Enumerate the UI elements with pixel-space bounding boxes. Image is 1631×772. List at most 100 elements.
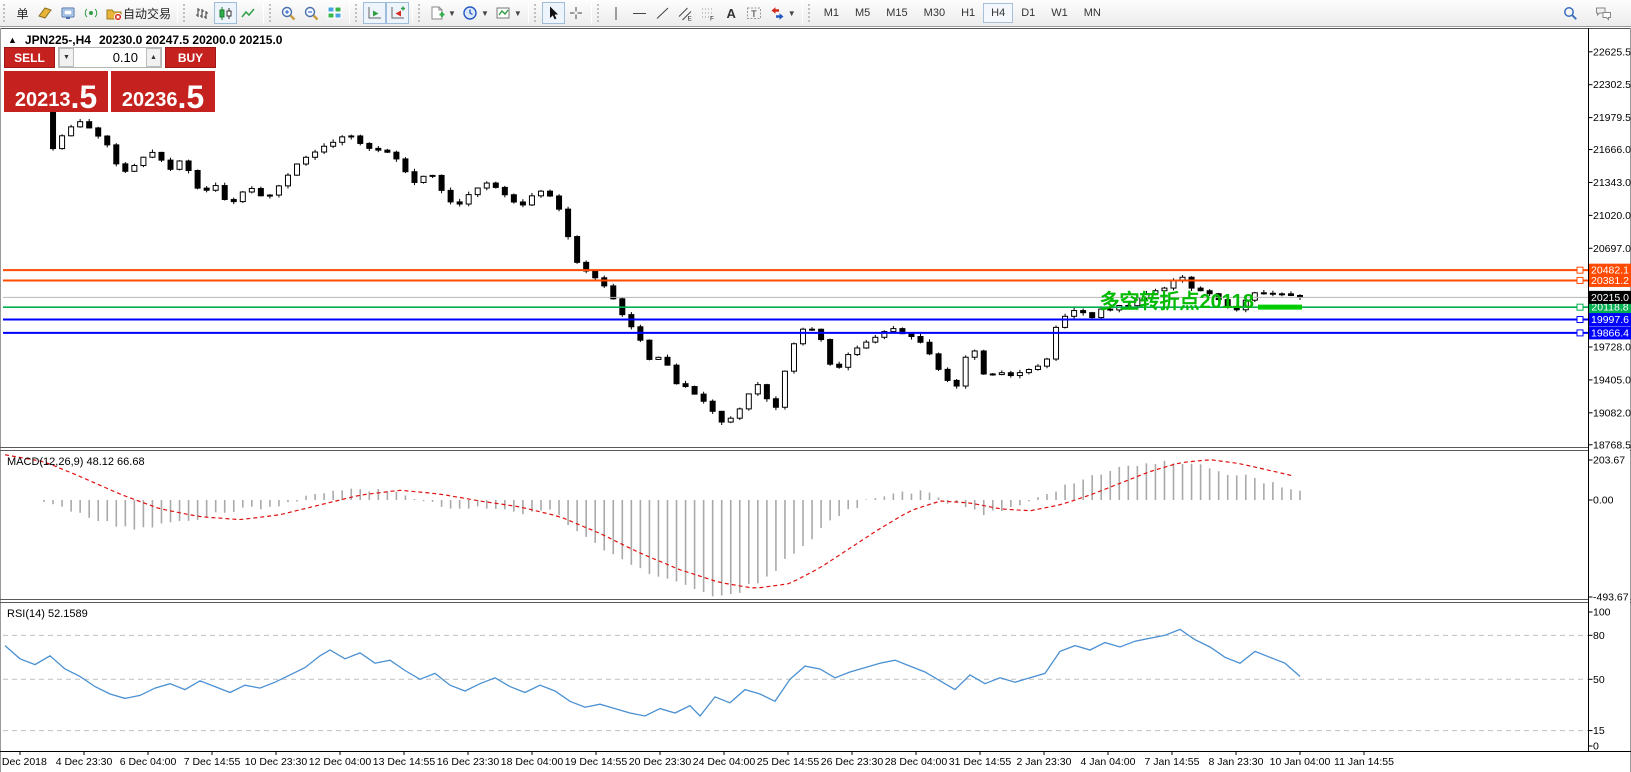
tf-h4[interactable]: H4 — [983, 3, 1014, 23]
caret-down-icon[interactable]: ▼ — [514, 9, 522, 18]
svg-text:18 Dec 04:00: 18 Dec 04:00 — [501, 756, 564, 768]
auto-scroll-icon — [368, 6, 382, 18]
tf-m5[interactable]: M5 — [847, 3, 878, 23]
tf-d1[interactable]: D1 — [1013, 3, 1043, 23]
tf-m1[interactable]: M1 — [816, 3, 847, 23]
search-button[interactable] — [1559, 2, 1582, 24]
svg-text:11 Jan 14:55: 11 Jan 14:55 — [1334, 756, 1394, 768]
chat-button[interactable] — [1592, 2, 1615, 24]
tile-windows-button[interactable] — [323, 2, 346, 24]
periods-button[interactable]: ▼ — [459, 2, 492, 24]
horizontal-line-icon — [632, 12, 646, 14]
svg-text:7 Dec 14:55: 7 Dec 14:55 — [184, 756, 241, 768]
bar-chart-button[interactable] — [191, 2, 214, 24]
sell-price-fraction: .5 — [70, 78, 98, 115]
svg-text:F: F — [710, 15, 714, 22]
toolbar-grip[interactable] — [807, 4, 812, 22]
market-watch-button[interactable] — [34, 2, 57, 24]
tf-h1-label: H1 — [961, 7, 976, 19]
tf-m30[interactable]: M30 — [916, 3, 953, 23]
svg-text:19997.6: 19997.6 — [1591, 314, 1629, 326]
tile-windows-icon — [327, 6, 342, 18]
volume-value[interactable]: 0.10 — [74, 48, 146, 67]
caret-down-icon[interactable]: ▼ — [481, 9, 489, 18]
hline-handle[interactable] — [1576, 303, 1584, 311]
volume-increase-button[interactable]: ▲ — [146, 48, 161, 67]
navigator-button[interactable] — [57, 2, 80, 24]
candlestick-icon — [219, 6, 232, 20]
sell-price-value: 20213 — [14, 89, 71, 111]
toolbar-grip[interactable] — [269, 4, 273, 22]
caret-up-icon: ▲ — [150, 54, 157, 61]
toolbar-separator — [590, 3, 592, 23]
rsi-label: RSI(14) 52.1589 — [7, 608, 88, 620]
toolbar-grip[interactable] — [183, 4, 187, 22]
text-button[interactable]: A — [720, 2, 743, 24]
toolbar-grip[interactable] — [533, 4, 538, 22]
horizontal-line-button[interactable] — [628, 2, 651, 24]
toolbar-grip[interactable] — [596, 4, 601, 22]
svg-text:21343.0: 21343.0 — [1593, 177, 1631, 189]
zoom-out-button[interactable] — [300, 2, 323, 24]
toolbar-separator — [412, 3, 414, 23]
svg-text:6 Dec 04:00: 6 Dec 04:00 — [120, 756, 177, 768]
hline-handle[interactable] — [1576, 266, 1584, 274]
price-badge-19866.4: 19866.4 — [1589, 326, 1631, 340]
trendline-button[interactable] — [651, 2, 674, 24]
chart-shift-button[interactable] — [386, 2, 410, 24]
toolbar-grip[interactable] — [3, 4, 7, 22]
market-watch-icon — [38, 6, 52, 19]
arrows-button[interactable]: ▼ — [766, 2, 799, 24]
vertical-line-button[interactable] — [605, 2, 628, 24]
buy-button[interactable]: BUY — [165, 47, 216, 68]
cursor-button[interactable] — [541, 2, 565, 24]
candlestick-button[interactable] — [214, 2, 238, 24]
price-axis[interactable]: 22625.5 22302.5 21979.5 21666.0 21343.0 21020… — [1588, 28, 1631, 753]
svg-text:20215.0: 20215.0 — [1591, 292, 1629, 304]
new-order-button[interactable]: ▼ — [426, 2, 459, 24]
hline-handle[interactable] — [1576, 316, 1584, 324]
buy-price-panel[interactable]: 20236 .5 — [111, 71, 215, 113]
volume-decrease-button[interactable]: ▼ — [59, 48, 74, 67]
orders-panel-button-label: 单 — [16, 6, 29, 21]
equidistant-channel-button[interactable]: E — [674, 2, 697, 24]
signals-button[interactable] — [80, 2, 103, 24]
chart-canvas[interactable]: 多空转折点20118 MACD(12,26,9) 48.12 66.68 RSI(1… — [0, 28, 1631, 772]
text-label-button[interactable]: T — [743, 2, 766, 24]
tf-h1[interactable]: H1 — [953, 3, 983, 23]
caret-down-icon[interactable]: ▼ — [788, 9, 796, 18]
tf-m15[interactable]: M15 — [878, 3, 915, 23]
hline-handle[interactable] — [1576, 276, 1584, 284]
svg-text:19866.4: 19866.4 — [1591, 327, 1629, 339]
line-chart-button[interactable] — [237, 2, 260, 24]
autotrading-button[interactable]: 自动交易 — [103, 2, 174, 24]
tf-mn[interactable]: MN — [1076, 3, 1109, 23]
fibonacci-button[interactable]: F — [697, 2, 720, 24]
hline-handle[interactable] — [1576, 329, 1584, 337]
svg-text:0: 0 — [1593, 741, 1599, 753]
indicators-button[interactable]: ▼ — [492, 2, 525, 24]
orders-panel-button[interactable]: 单 — [11, 2, 34, 24]
svg-text:19082.0: 19082.0 — [1593, 407, 1631, 419]
tf-w1[interactable]: W1 — [1043, 3, 1076, 23]
svg-text:50: 50 — [1593, 674, 1605, 686]
line-chart-icon — [241, 8, 255, 17]
crosshair-button[interactable] — [565, 2, 588, 24]
tf-d1-label: D1 — [1021, 7, 1036, 19]
caret-down-icon[interactable]: ▼ — [448, 9, 456, 18]
svg-text:21666.0: 21666.0 — [1593, 144, 1631, 156]
annotation-text[interactable]: 多空转折点20118 — [1099, 289, 1254, 313]
sell-price-panel[interactable]: 20213 .5 — [4, 71, 108, 115]
auto-scroll-button[interactable] — [363, 2, 387, 24]
zoom-in-button[interactable] — [277, 2, 300, 24]
toolbar-grip[interactable] — [418, 4, 422, 22]
svg-text:20 Dec 23:30: 20 Dec 23:30 — [629, 756, 692, 768]
svg-text:10 Jan 04:00: 10 Jan 04:00 — [1270, 756, 1331, 768]
toolbar-grip[interactable] — [355, 4, 359, 22]
sell-button[interactable]: SELL — [4, 47, 55, 68]
signals-icon — [84, 8, 98, 17]
autotrading-icon — [106, 9, 123, 21]
collapse-arrow-icon[interactable]: ▲ — [8, 35, 17, 45]
price-badge-20381.2: 20381.2 — [1589, 273, 1631, 287]
one-click-trading-panel: SELL ▼ 0.10 ▲ BUY 20213 .5 20236 .5 — [4, 47, 216, 115]
